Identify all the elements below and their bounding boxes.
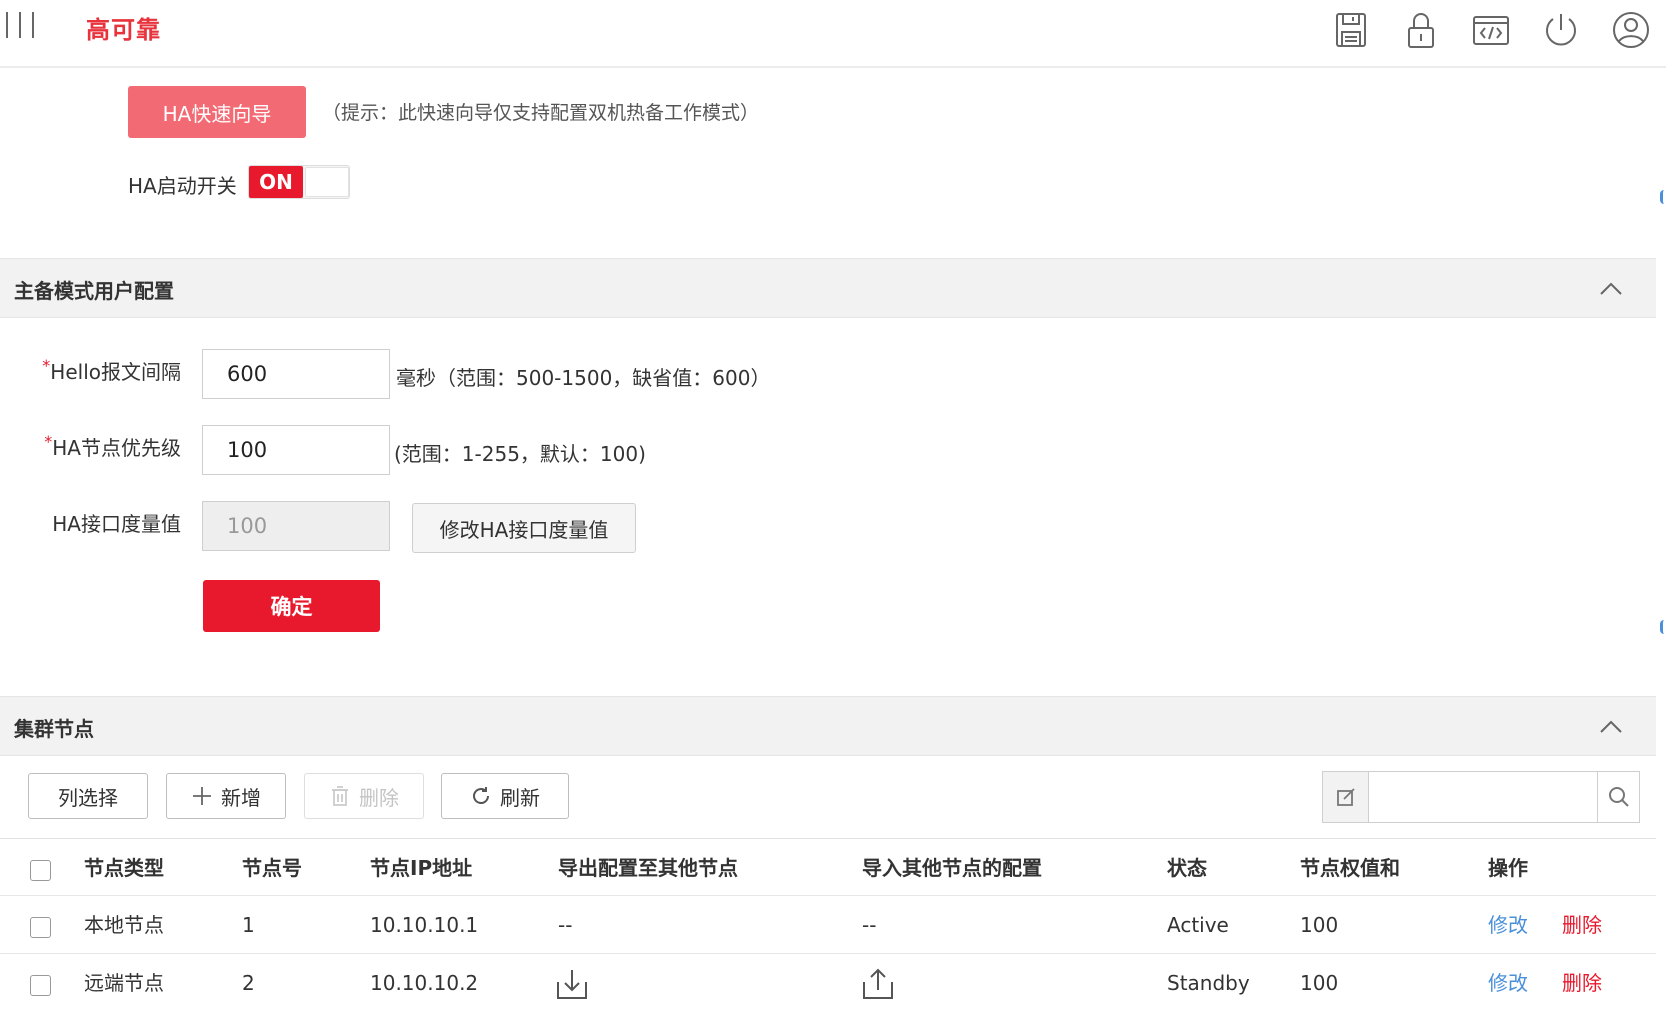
plus-icon — [193, 787, 211, 805]
table-row: 远端节点 2 10.10.10.2 Standby 100 修改 删除 — [0, 954, 1656, 1010]
section-header-cluster-nodes[interactable]: 集群节点 — [0, 696, 1656, 756]
refresh-button[interactable]: 刷新 — [441, 773, 569, 819]
edit-icon[interactable] — [1323, 772, 1369, 822]
col-import-config[interactable]: 导入其他节点的配置 — [862, 839, 1042, 897]
ha-wizard-button[interactable]: HA快速向导 — [128, 86, 306, 138]
cluster-nodes-table: 节点类型 节点号 节点IP地址 导出配置至其他节点 导入其他节点的配置 状态 节… — [0, 838, 1656, 1010]
menu-icon[interactable] — [6, 12, 44, 40]
modify-metric-button[interactable]: 修改HA接口度量值 — [412, 503, 636, 553]
cell-import: -- — [862, 913, 877, 937]
section-title: 主备模式用户配置 — [14, 279, 174, 303]
col-node-ip[interactable]: 节点IP地址 — [370, 839, 472, 897]
toggle-state: ON — [249, 166, 303, 198]
select-all-checkbox[interactable] — [30, 860, 51, 881]
hello-interval-hint: 毫秒（范围：500-1500，缺省值：600） — [396, 366, 771, 390]
refresh-label: 刷新 — [500, 785, 540, 810]
lock-icon[interactable] — [1386, 4, 1456, 56]
trash-icon — [332, 786, 348, 806]
col-actions: 操作 — [1488, 856, 1528, 880]
table-row: 本地节点 1 10.10.10.1 -- -- Active 100 修改 删除 — [0, 896, 1656, 954]
user-account-icon[interactable] — [1596, 4, 1666, 56]
hello-interval-label-text: Hello报文间隔 — [50, 360, 181, 384]
edit-link[interactable]: 修改 — [1488, 896, 1528, 954]
cell-weight: 100 — [1300, 913, 1339, 937]
table-header-row: 节点类型 节点号 节点IP地址 导出配置至其他节点 导入其他节点的配置 状态 节… — [0, 838, 1656, 896]
delete-link[interactable]: 删除 — [1562, 896, 1602, 954]
code-window-icon[interactable] — [1456, 4, 1526, 56]
section-header-user-config[interactable]: 主备模式用户配置 — [0, 258, 1656, 318]
top-toolbar — [1316, 4, 1666, 56]
col-node-type[interactable]: 节点类型 — [84, 839, 164, 897]
cell-status: Active — [1167, 913, 1229, 937]
toggle-knob — [305, 167, 349, 197]
node-priority-label: *HA节点优先级 — [6, 432, 181, 461]
cell-node-type: 远端节点 — [84, 971, 164, 995]
refresh-icon — [473, 787, 489, 804]
cell-export: -- — [558, 913, 573, 937]
col-status[interactable]: 状态 — [1167, 839, 1207, 897]
edit-link[interactable]: 修改 — [1488, 954, 1528, 1010]
confirm-button[interactable]: 确定 — [203, 580, 380, 632]
ha-enable-toggle[interactable]: ON — [248, 165, 350, 199]
column-select-button[interactable]: 列选择 — [28, 773, 148, 819]
hello-interval-input[interactable] — [202, 349, 390, 399]
chevron-up-icon[interactable] — [1596, 277, 1626, 301]
col-weight-sum[interactable]: 节点权值和 — [1300, 839, 1400, 897]
wizard-hint: （提示：此快速向导仅支持配置双机热备工作模式） — [322, 102, 760, 124]
top-bar: 高可靠 — [0, 0, 1666, 68]
cell-node-type: 本地节点 — [84, 913, 164, 937]
download-tray-icon[interactable] — [554, 966, 590, 1002]
chevron-up-icon[interactable] — [1596, 715, 1626, 739]
scroll-marker — [1660, 190, 1666, 204]
node-priority-label-text: HA节点优先级 — [52, 436, 181, 460]
node-priority-input[interactable] — [202, 425, 390, 475]
search-icon[interactable] — [1597, 772, 1639, 822]
section-title: 集群节点 — [14, 717, 94, 741]
save-icon[interactable] — [1316, 4, 1386, 56]
node-priority-hint: (范围：1-255，默认：100) — [394, 442, 646, 466]
search-box — [1322, 771, 1640, 823]
delete-link[interactable]: 删除 — [1562, 954, 1602, 1010]
interface-metric-input — [202, 501, 390, 551]
add-button[interactable]: 新增 — [166, 773, 286, 819]
col-export-config[interactable]: 导出配置至其他节点 — [558, 839, 738, 897]
delete-label: 删除 — [359, 785, 399, 810]
ha-switch-label: HA启动开关 — [128, 174, 237, 198]
cell-node-no: 1 — [242, 913, 255, 937]
cell-node-ip: 10.10.10.2 — [370, 971, 479, 995]
cell-node-ip: 10.10.10.1 — [370, 913, 479, 937]
row-checkbox[interactable] — [30, 975, 51, 996]
power-icon[interactable] — [1526, 4, 1596, 56]
column-select-label: 列选择 — [58, 785, 118, 810]
interface-metric-label: HA接口度量值 — [52, 512, 181, 536]
page-title: 高可靠 — [86, 16, 161, 44]
upload-tray-icon[interactable] — [860, 966, 896, 1002]
add-label: 新增 — [221, 785, 261, 810]
delete-button[interactable]: 删除 — [304, 773, 424, 819]
cell-status: Standby — [1167, 971, 1250, 995]
row-checkbox[interactable] — [30, 917, 51, 938]
search-input[interactable] — [1370, 772, 1596, 822]
scroll-marker — [1660, 620, 1666, 634]
cell-node-no: 2 — [242, 971, 255, 995]
col-node-no[interactable]: 节点号 — [242, 839, 302, 897]
cell-weight: 100 — [1300, 971, 1339, 995]
hello-interval-label: *Hello报文间隔 — [6, 356, 181, 385]
